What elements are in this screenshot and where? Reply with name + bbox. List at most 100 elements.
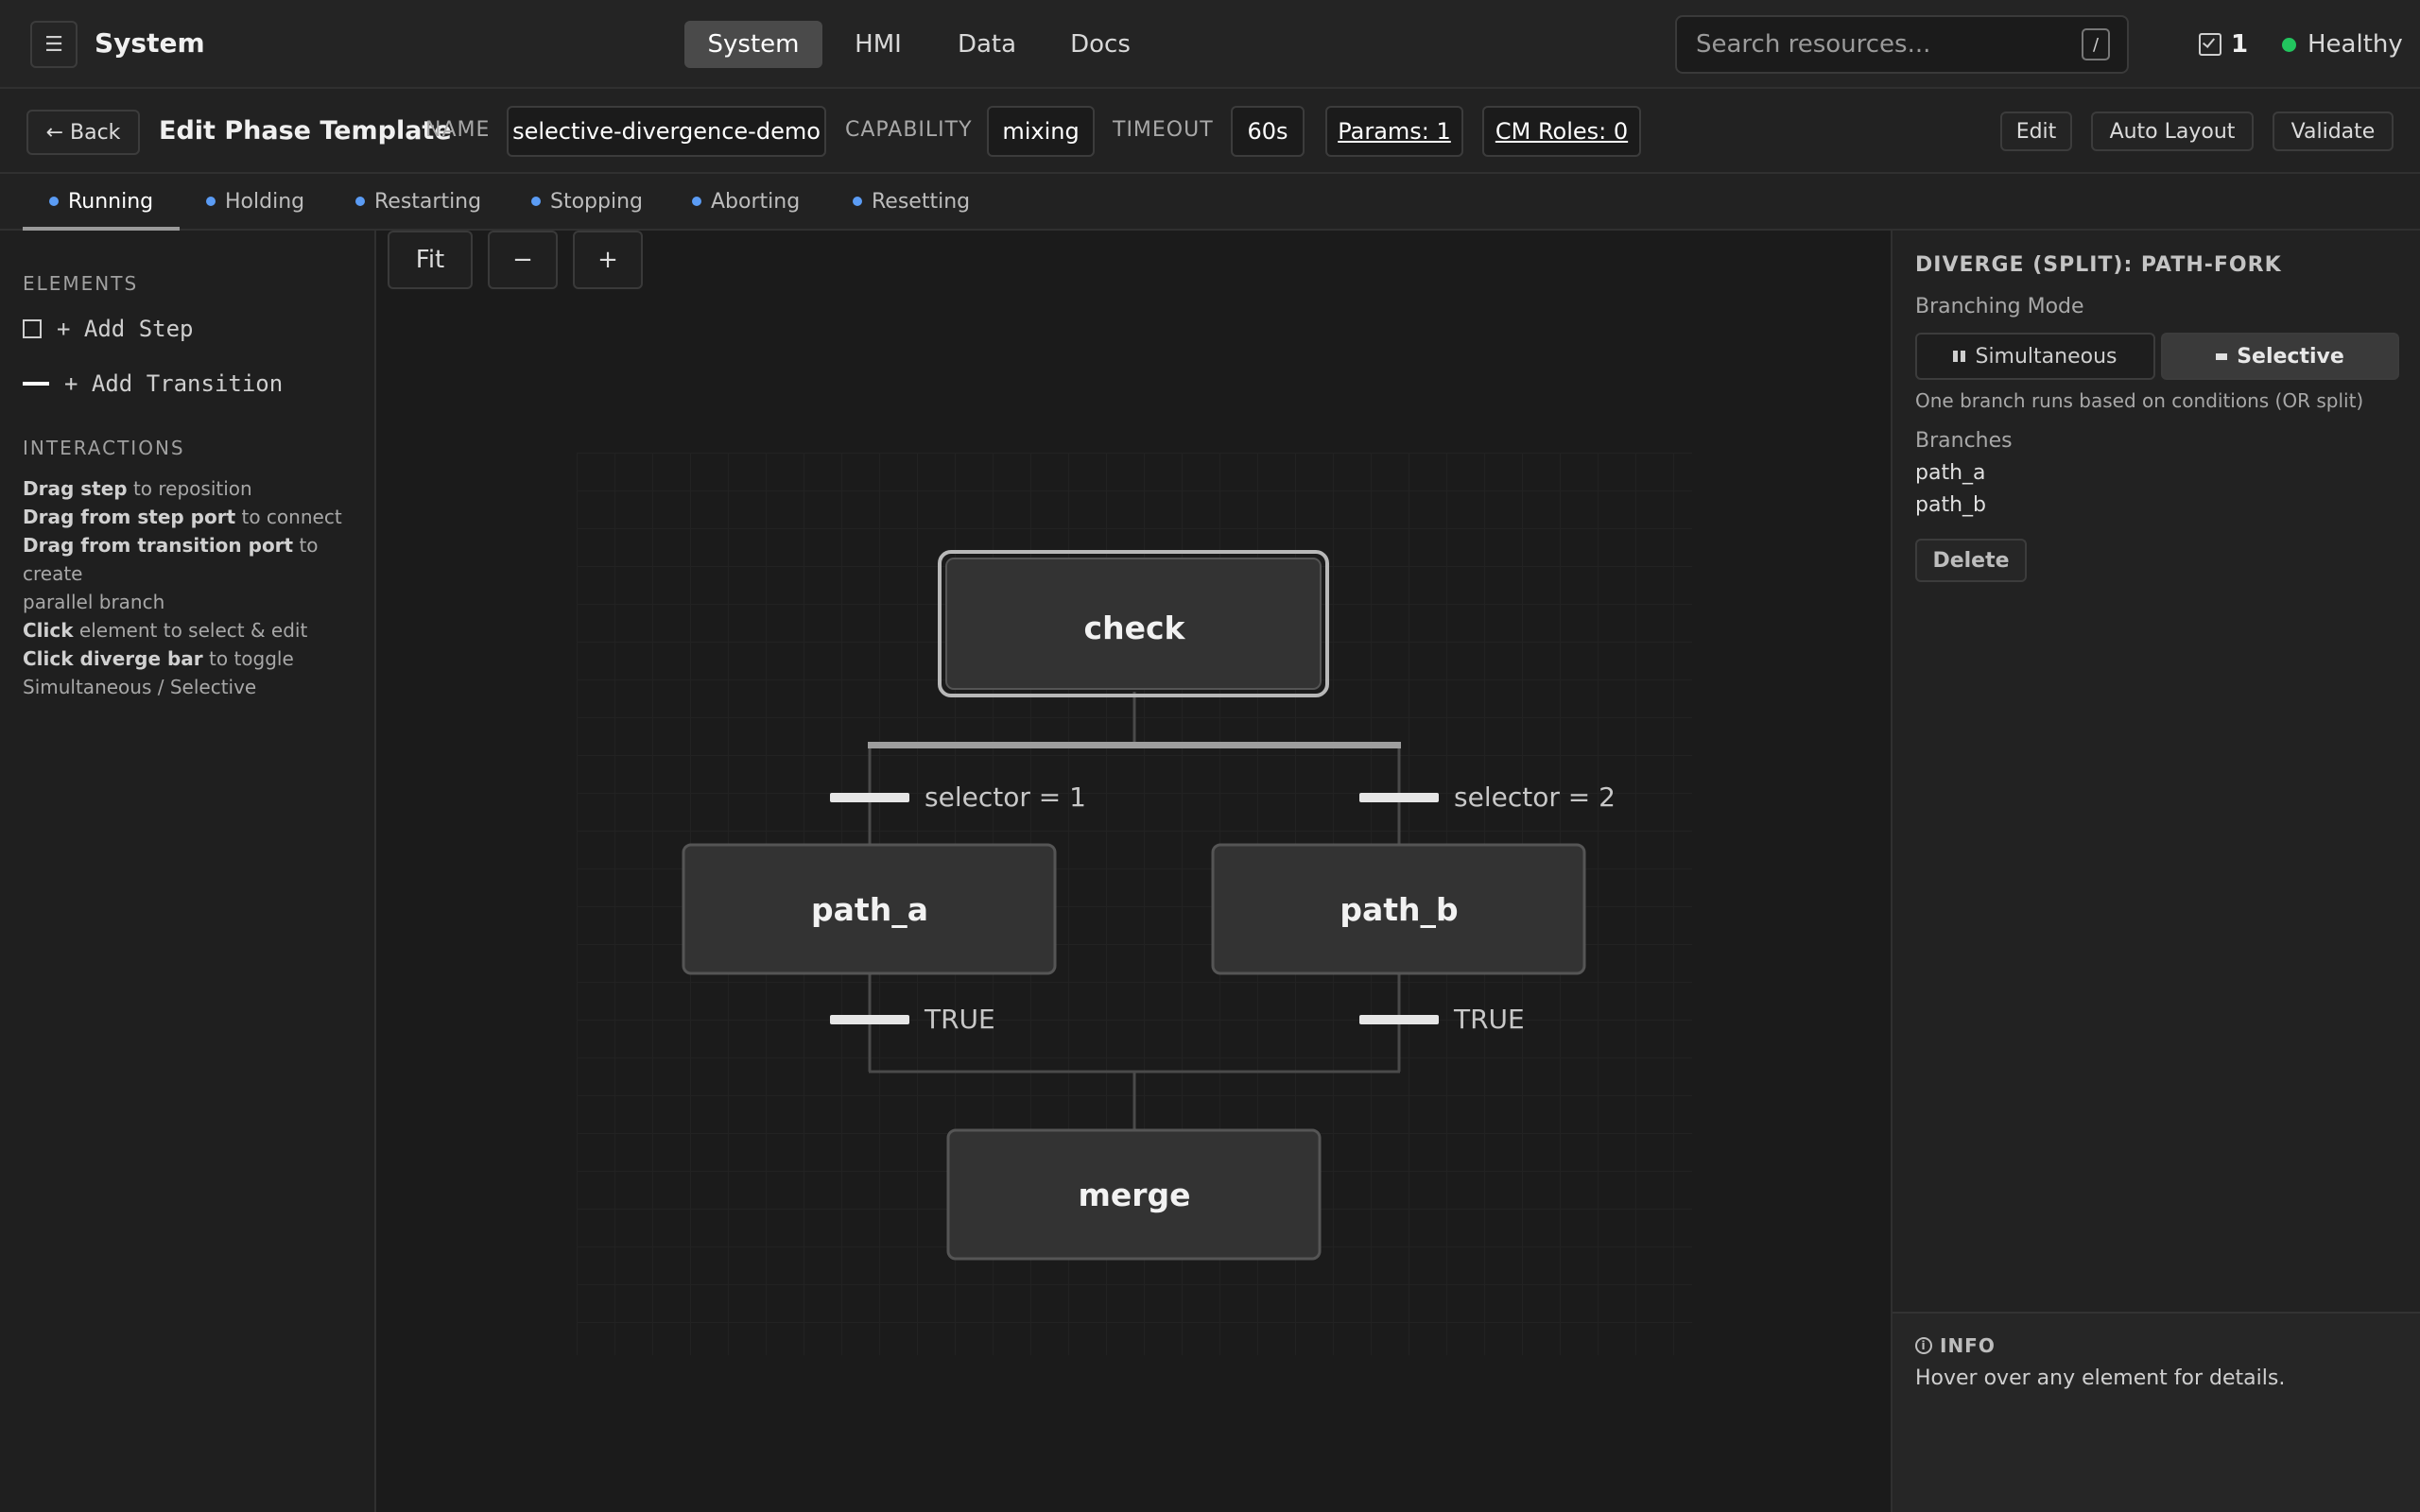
tab-label: Aborting [711,189,801,214]
delete-button[interactable]: Delete [1915,539,2027,582]
menu-button[interactable]: ☰ [30,21,78,68]
edit-button[interactable]: Edit [2000,112,2072,151]
checkbox-icon [2199,33,2221,56]
add-transition-button[interactable]: + Add Transition [23,370,283,397]
search-input[interactable]: Search resources... / [1675,15,2129,74]
app-title: System [95,27,205,59]
tab-aborting[interactable]: Aborting [692,174,800,229]
add-step-label: + Add Step [57,316,194,342]
health-status: Healthy [2282,23,2403,66]
state-dot-icon [531,197,541,206]
tab-label: Restarting [374,189,482,214]
back-button[interactable]: ← Back [26,110,140,155]
info-icon: i [1915,1337,1932,1354]
nav-tab-hmi[interactable]: HMI [832,21,925,68]
branching-mode-label: Branching Mode [1915,295,2084,318]
interactions-title: INTERACTIONS [23,437,185,459]
transition-condition: TRUE [924,1004,995,1035]
interactions-help: Drag step to reposition Drag from step p… [23,474,363,701]
health-label: Healthy [2308,30,2403,59]
tab-running[interactable]: Running [49,174,153,229]
step-label: merge [1078,1177,1190,1213]
step-label: path_a [811,891,928,928]
capability-field[interactable]: mixing [987,106,1095,157]
transition-bar[interactable] [1359,1015,1439,1024]
nav-tab-system[interactable]: System [684,21,822,68]
transition-bar[interactable] [1359,793,1439,802]
mode-description: One branch runs based on conditions (OR … [1915,389,2364,412]
add-step-button[interactable]: + Add Step [23,316,194,342]
task-indicator[interactable]: 1 [2199,23,2248,66]
name-label: NAME [425,118,491,142]
validate-button[interactable]: Validate [2273,112,2394,151]
transition-line-icon [23,382,49,386]
edit-bar: ← Back Edit Phase Template NAME selectiv… [0,89,2420,174]
top-bar: ☰ System System HMI Data Docs Search res… [0,0,2420,89]
tab-holding[interactable]: Holding [206,174,304,229]
state-dot-icon [206,197,216,206]
info-header: i INFO [1915,1334,1996,1357]
hamburger-icon: ☰ [44,32,63,57]
cm-roles-button[interactable]: CM Roles: 0 [1482,106,1641,157]
state-dot-icon [853,197,862,206]
single-bar-icon [2216,352,2228,360]
tab-label: Holding [225,189,305,214]
state-dot-icon [355,197,365,206]
timeout-field[interactable]: 60s [1231,106,1305,157]
parallel-bars-icon [1953,351,1966,362]
transition-bar[interactable] [830,1015,909,1024]
step-square-icon [23,319,42,338]
tab-label: Running [68,189,154,214]
tab-label: Resetting [872,189,971,214]
tab-resetting[interactable]: Resetting [853,174,970,229]
step-path-a[interactable]: path_a [682,843,1057,975]
transition-condition: selector = 1 [925,782,1086,813]
state-dot-icon [49,197,59,206]
help-line: Click diverge bar to toggle [23,647,294,670]
nav-tab-docs[interactable]: Docs [1051,21,1150,68]
transition-condition: selector = 2 [1454,782,1616,813]
help-line: Simultaneous / Selective [23,676,257,698]
tab-restarting[interactable]: Restarting [355,174,481,229]
diverge-bar[interactable] [868,742,1401,748]
simultaneous-mode-button[interactable]: Simultaneous [1915,333,2155,380]
step-path-b[interactable]: path_b [1211,843,1586,975]
tab-stopping[interactable]: Stopping [531,174,643,229]
mode-label: Selective [2237,344,2344,369]
task-count: 1 [2231,30,2249,59]
elements-sidebar: ELEMENTS + Add Step + Add Transition INT… [0,231,376,1512]
step-merge[interactable]: merge [946,1128,1322,1261]
state-dot-icon [692,197,701,206]
help-line: parallel branch [23,591,165,613]
nav-tab-data[interactable]: Data [940,21,1034,68]
mode-label: Simultaneous [1975,344,2118,369]
transition-condition: TRUE [1453,1004,1525,1035]
status-dot-icon [2282,37,2296,52]
search-placeholder: Search resources... [1696,30,1931,59]
panel-title: DIVERGE (SPLIT): PATH-FORK [1915,253,2282,277]
diagram-canvas[interactable]: Fit − + check selector = 1 selector = 2 … [378,231,1891,1512]
auto-layout-button[interactable]: Auto Layout [2091,112,2254,151]
branches-label: Branches [1915,429,2013,453]
properties-panel: DIVERGE (SPLIT): PATH-FORK Branching Mod… [1891,231,2420,1512]
info-text: Hover over any element for details. [1915,1366,2286,1390]
capability-label: CAPABILITY [845,118,973,142]
info-title: INFO [1940,1334,1996,1357]
tab-label: Stopping [550,189,644,214]
info-box: i INFO Hover over any element for detail… [1893,1312,2420,1512]
help-line: Drag step to reposition [23,477,252,500]
name-field[interactable]: selective-divergence-demo [507,106,826,157]
help-line: Click element to select & edit [23,619,308,642]
step-check[interactable]: check [938,550,1329,697]
selective-mode-button[interactable]: Selective [2161,333,2399,380]
elements-title: ELEMENTS [23,272,139,295]
params-button[interactable]: Params: 1 [1325,106,1463,157]
timeout-label: TIMEOUT [1113,118,1214,142]
page-title: Edit Phase Template [159,116,452,146]
branch-item: path_b [1915,493,1986,517]
step-label: path_b [1340,891,1458,928]
sfc-diagram: check selector = 1 selector = 2 path_a p… [682,550,1616,1261]
search-shortcut-key: / [2082,28,2110,60]
transition-bar[interactable] [830,793,909,802]
step-label: check [1084,610,1186,646]
